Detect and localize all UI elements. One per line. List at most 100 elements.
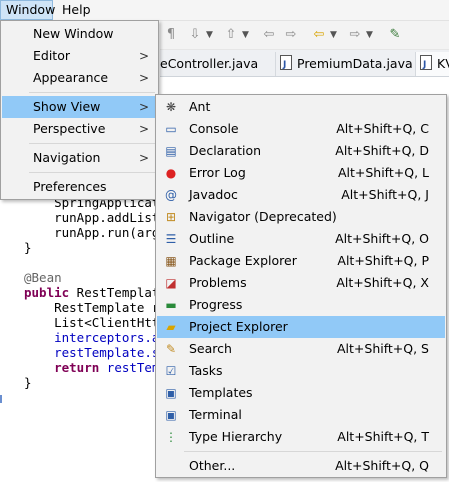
tab-kv[interactable]: KV xyxy=(416,52,449,77)
sv-item-search[interactable]: ✎ Search Alt+Shift+Q, S xyxy=(157,338,445,360)
sv-item-label: Ant xyxy=(189,99,211,114)
menu-item-label: Preferences xyxy=(33,179,107,194)
new-window-icon[interactable]: ✎ xyxy=(386,26,404,44)
keyword-return: return xyxy=(54,360,100,375)
tab-label: PremiumData.java xyxy=(297,56,413,71)
sv-item-type-hierarchy[interactable]: ⋮ Type Hierarchy Alt+Shift+Q, T xyxy=(157,426,445,448)
package-explorer-icon: ▦ xyxy=(165,254,177,268)
sv-item-label: Other... xyxy=(189,458,236,473)
sv-item-terminal[interactable]: ▣ Terminal xyxy=(157,404,445,426)
main-toolbar: ¶ ⇩ ▼ ⇧ ▼ ⇦ ⇨ ⇦ ▼ ⇨ ▼ ✎ xyxy=(160,21,449,50)
window-menu: New Window Editor > Appearance > Show Vi… xyxy=(0,20,159,200)
sv-item-shortcut: Alt+Shift+Q, O xyxy=(335,231,429,246)
sv-item-label: Type Hierarchy xyxy=(189,429,283,444)
sv-item-label: Tasks xyxy=(189,363,223,378)
sv-item-label: Package Explorer xyxy=(189,253,297,268)
error-log-icon: ● xyxy=(165,166,177,180)
sv-item-package-explorer[interactable]: ▦ Package Explorer Alt+Shift+Q, P xyxy=(157,250,445,272)
problems-icon: ◪ xyxy=(165,276,177,290)
menu-help[interactable]: Help xyxy=(57,0,96,20)
tab-label: eController.java xyxy=(160,56,259,71)
gutter-marker xyxy=(0,395,2,403)
sv-item-tasks[interactable]: ☑ Tasks xyxy=(157,360,445,382)
chevron-right-icon: > xyxy=(138,122,149,136)
chevron-right-icon: > xyxy=(138,151,149,165)
sv-item-javadoc[interactable]: @ Javadoc Alt+Shift+Q, J xyxy=(157,184,445,206)
menu-bar: Window Help xyxy=(0,0,449,21)
menu-item-perspective[interactable]: Perspective > xyxy=(2,118,157,140)
menu-separator xyxy=(184,451,442,452)
sv-item-ant[interactable]: ❋ Ant xyxy=(157,96,445,118)
sv-item-label: Progress xyxy=(189,297,243,312)
menu-window[interactable]: Window xyxy=(0,0,55,20)
tab-label: KV xyxy=(437,56,449,71)
menu-item-navigation[interactable]: Navigation > xyxy=(2,147,157,169)
edit-history-icon[interactable]: ⇨ xyxy=(282,26,300,44)
tab-controller[interactable]: eController.java xyxy=(160,52,276,76)
type-hierarchy-icon: ⋮ xyxy=(165,430,177,444)
keyword-public: public xyxy=(24,285,70,300)
progress-icon: ▬ xyxy=(165,298,177,312)
menu-item-appearance[interactable]: Appearance > xyxy=(2,67,157,89)
sv-item-shortcut: Alt+Shift+Q, L xyxy=(337,165,429,180)
tab-premiumdata[interactable]: PremiumData.java xyxy=(276,52,416,77)
back-arrow-icon[interactable]: ⇦ xyxy=(310,26,328,44)
sv-item-project-explorer[interactable]: ▰ Project Explorer xyxy=(157,316,445,338)
menu-item-preferences[interactable]: Preferences xyxy=(2,176,157,198)
menu-item-show-view[interactable]: Show View > xyxy=(2,96,157,118)
menu-separator xyxy=(29,92,155,93)
menu-item-editor[interactable]: Editor > xyxy=(2,45,157,67)
sv-item-problems[interactable]: ◪ Problems Alt+Shift+Q, X xyxy=(157,272,445,294)
navigator-icon: ⊞ xyxy=(165,210,177,224)
annotation-nav-icon[interactable]: ⇩ xyxy=(186,26,204,44)
sv-item-declaration[interactable]: ▤ Declaration Alt+Shift+Q, D xyxy=(157,140,445,162)
code-line: restTemplate.se xyxy=(24,345,167,360)
sv-item-shortcut: Alt+Shift+Q, T xyxy=(337,429,429,444)
editor-tab-bar: eController.java PremiumData.java KV xyxy=(160,50,449,77)
chevron-down-icon[interactable]: ▼ xyxy=(330,26,337,44)
chevron-down-icon[interactable]: ▼ xyxy=(366,26,373,44)
show-view-submenu: ❋ Ant ▭ Console Alt+Shift+Q, C ▤ Declara… xyxy=(155,94,447,478)
sv-item-shortcut: Alt+Shift+Q, S xyxy=(336,341,429,356)
sv-item-label: Declaration xyxy=(189,143,262,158)
sv-item-label: Outline xyxy=(189,231,235,246)
sv-item-progress[interactable]: ▬ Progress xyxy=(157,294,445,316)
code-line: @Bean xyxy=(24,270,62,285)
sv-item-navigator[interactable]: ⊞ Navigator (Deprecated) xyxy=(157,206,445,228)
sv-item-error-log[interactable]: ● Error Log Alt+Shift+Q, L xyxy=(157,162,445,184)
sv-item-label: Templates xyxy=(189,385,253,400)
sv-item-console[interactable]: ▭ Console Alt+Shift+Q, C xyxy=(157,118,445,140)
chevron-down-icon[interactable]: ▼ xyxy=(206,26,213,44)
chevron-down-icon[interactable]: ▼ xyxy=(242,26,249,44)
menu-item-label: Editor xyxy=(33,48,70,63)
terminal-icon: ▣ xyxy=(165,408,177,422)
sv-item-label: Search xyxy=(189,341,232,356)
sv-item-shortcut: Alt+Shift+Q, J xyxy=(341,187,429,202)
sv-item-label: Terminal xyxy=(189,407,242,422)
chevron-right-icon: > xyxy=(138,71,149,85)
tasks-icon: ☑ xyxy=(165,364,177,378)
last-edit-icon[interactable]: ⇦ xyxy=(260,26,278,44)
javadoc-icon: @ xyxy=(165,188,177,202)
java-file-icon xyxy=(280,53,292,77)
code-line: } xyxy=(24,375,32,390)
code-line: } xyxy=(24,240,32,255)
sv-item-shortcut: Alt+Shift+Q, C xyxy=(336,121,429,136)
sv-item-shortcut: Alt+Shift+Q, P xyxy=(337,253,429,268)
code-line: runApp.run(args xyxy=(24,225,167,240)
prev-annotation-icon[interactable]: ⇧ xyxy=(222,26,240,44)
forward-arrow-icon[interactable]: ⇨ xyxy=(346,26,364,44)
sv-item-other[interactable]: Other... Alt+Shift+Q, Q xyxy=(157,455,445,477)
sv-item-templates[interactable]: ▣ Templates xyxy=(157,382,445,404)
menu-item-label: Perspective xyxy=(33,121,106,136)
ant-icon: ❋ xyxy=(165,100,177,114)
outline-icon: ☰ xyxy=(165,232,177,246)
menu-item-new-window[interactable]: New Window xyxy=(2,23,157,45)
java-file-icon xyxy=(420,53,432,77)
sv-item-outline[interactable]: ☰ Outline Alt+Shift+Q, O xyxy=(157,228,445,250)
code-line: return restTemp xyxy=(54,360,167,375)
search-icon: ✎ xyxy=(165,342,177,356)
pilcrow-icon[interactable]: ¶ xyxy=(162,26,180,44)
menu-separator xyxy=(29,143,155,144)
code-line: runApp.addListe xyxy=(24,210,167,225)
